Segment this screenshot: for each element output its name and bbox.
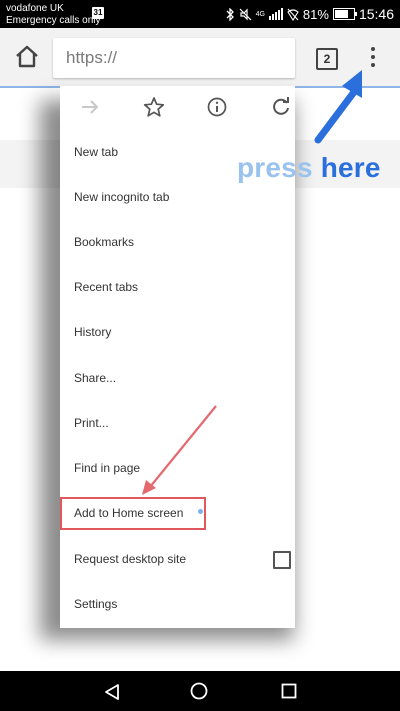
home-icon[interactable]: [12, 42, 42, 72]
menu-icon-row: [60, 86, 295, 128]
overflow-menu-button[interactable]: [366, 43, 380, 73]
info-icon[interactable]: [206, 96, 228, 118]
wifi-off-icon: [287, 8, 299, 21]
emergency-calls-text: Emergency calls only: [6, 15, 101, 26]
menu-item-new-incognito-tab[interactable]: New incognito tab: [74, 187, 169, 207]
mute-icon: [239, 8, 252, 20]
menu-item-recent-tabs[interactable]: Recent tabs: [74, 277, 138, 297]
signal-icon: [268, 8, 283, 20]
press-word: press: [237, 152, 313, 183]
press-here-label: press here: [237, 152, 381, 184]
here-word: here: [320, 152, 381, 183]
navigation-bar: [0, 671, 400, 711]
tab-switcher-button[interactable]: 2: [316, 48, 338, 70]
status-icons: 4G 81% 15:46: [226, 0, 394, 28]
battery-percent: 81%: [302, 6, 329, 22]
recents-square-icon[interactable]: [281, 683, 297, 699]
menu-item-share[interactable]: Share...: [74, 368, 116, 388]
url-bar[interactable]: https://: [53, 38, 295, 78]
back-triangle-icon[interactable]: [102, 683, 122, 701]
menu-item-history[interactable]: History: [74, 322, 111, 342]
clock: 15:46: [358, 6, 394, 22]
calendar-notification-icon: 31: [92, 7, 104, 19]
battery-fill: [334, 10, 348, 18]
menu-item-settings[interactable]: Settings: [74, 594, 117, 614]
battery-icon: [332, 8, 357, 20]
carrier-name: vodafone UK: [6, 3, 64, 14]
browser-toolbar: https:// 2: [0, 28, 400, 88]
request-desktop-checkbox[interactable]: [273, 551, 291, 569]
reload-icon[interactable]: [270, 96, 292, 118]
menu-item-bookmarks[interactable]: Bookmarks: [74, 232, 134, 252]
forward-icon[interactable]: [79, 96, 101, 118]
network-type: 4G: [255, 10, 265, 18]
home-circle-icon[interactable]: [190, 682, 208, 700]
menu-item-new-tab[interactable]: New tab: [74, 142, 118, 162]
add-to-home-highlight-box: [60, 497, 206, 530]
star-icon[interactable]: [143, 96, 165, 118]
menu-item-print[interactable]: Print...: [74, 413, 109, 433]
url-input[interactable]: https://: [66, 48, 117, 68]
status-bar: vodafone UK Emergency calls only 31 4G 8…: [0, 0, 400, 28]
menu-item-find-in-page[interactable]: Find in page: [74, 458, 140, 478]
menu-item-request-desktop-site[interactable]: Request desktop site: [74, 549, 186, 569]
new-feature-dot: [198, 509, 203, 514]
bluetooth-icon: [226, 7, 234, 21]
